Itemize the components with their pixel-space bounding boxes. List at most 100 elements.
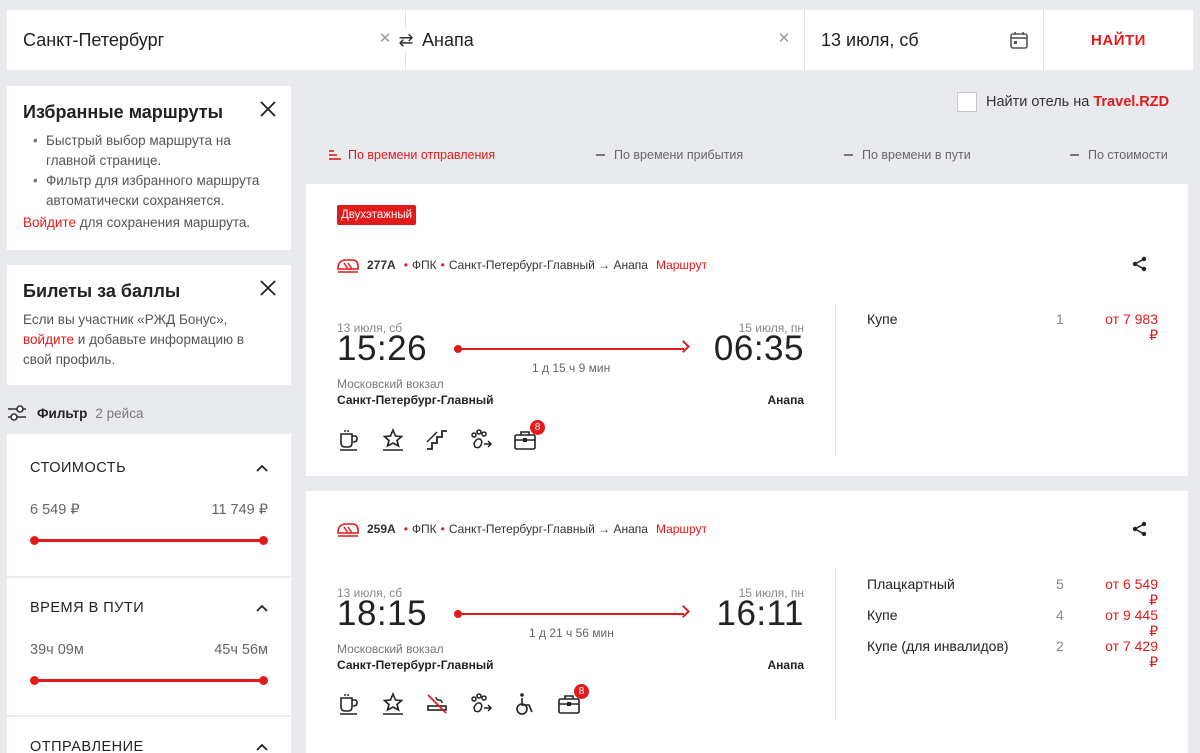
arrival-station: Анапа	[767, 658, 804, 672]
slider-handle-max[interactable]	[259, 676, 268, 685]
divider	[835, 304, 836, 454]
chevron-up-icon[interactable]	[256, 600, 268, 616]
class-row[interactable]: Купе 4 от 9 445 ₽	[867, 607, 1158, 639]
hotel-option[interactable]: Найти отель на Travel.RZD	[957, 92, 1169, 112]
slider-handle-max[interactable]	[259, 536, 268, 545]
train-info: 259А • ФПК • Санкт-Петербург-Главный → А…	[337, 521, 707, 537]
sort-label: По стоимости	[1088, 148, 1168, 162]
list-item: Фильтр для избранного маршрута автоматич…	[33, 171, 275, 211]
dash-icon	[1070, 154, 1079, 156]
to-field[interactable]: Анапа ✕	[406, 10, 805, 70]
wheelchair-icon[interactable]	[513, 692, 537, 716]
star-service-icon[interactable]	[381, 691, 405, 716]
list-item: Быстрый выбор маршрута на главной страни…	[33, 131, 275, 171]
filter-price-header[interactable]: СТОИМОСТЬ	[30, 458, 268, 478]
coffee-icon[interactable]	[337, 428, 361, 452]
close-icon[interactable]	[259, 100, 277, 118]
clear-from-icon[interactable]: ✕	[377, 31, 393, 47]
class-row[interactable]: Купе (для инвалидов) 2 от 7 429 ₽	[867, 638, 1158, 670]
share-icon[interactable]	[1132, 256, 1148, 272]
filter-departure-header[interactable]: ОТПРАВЛЕНИЕ	[30, 737, 268, 753]
favorites-note: Войдите для сохранения маршрута.	[23, 215, 275, 230]
train-card[interactable]: 259А • ФПК • Санкт-Петербург-Главный → А…	[306, 491, 1188, 753]
seat-count: 5	[1056, 576, 1064, 592]
class-price: от 7 429 ₽	[1105, 638, 1158, 670]
class-name: Купе	[867, 607, 898, 623]
price-max: 11 749 ₽	[211, 502, 268, 518]
sort-label: По времени в пути	[862, 148, 971, 162]
filter-duration-title: ВРЕМЯ В ПУТИ	[30, 600, 145, 616]
hotel-brand: Travel.RZD	[1093, 94, 1170, 110]
slider-handle-min[interactable]	[30, 536, 39, 545]
filter-duration-header[interactable]: ВРЕМЯ В ПУТИ	[30, 598, 268, 618]
coffee-icon[interactable]	[337, 692, 361, 716]
swap-icon[interactable]: ⇄	[395, 29, 417, 51]
slider-handle-min[interactable]	[30, 676, 39, 685]
hotel-checkbox[interactable]	[957, 92, 977, 112]
star-service-icon[interactable]	[381, 427, 405, 452]
from-value: Санкт-Петербург	[23, 29, 165, 50]
calendar-icon[interactable]	[1009, 30, 1029, 50]
route-arrow	[454, 340, 690, 355]
arrival-time: 16:11	[716, 594, 804, 633]
carrier: ФПК	[411, 522, 437, 536]
hotel-text: Найти отель на	[986, 94, 1090, 110]
duration-slider[interactable]	[30, 676, 268, 686]
class-name: Купе (для инвалидов)	[867, 638, 1009, 654]
filter-icon	[8, 405, 26, 421]
chevron-up-icon[interactable]	[256, 460, 268, 476]
share-icon[interactable]	[1132, 521, 1148, 537]
filter-departure-title: ОТПРАВЛЕНИЕ	[30, 739, 144, 753]
date-field[interactable]: 13 июля, сб	[805, 10, 1044, 70]
luggage-icon[interactable]: 8	[557, 684, 589, 716]
seat-count: 1	[1056, 311, 1064, 327]
filter-price: СТОИМОСТЬ 6 549 ₽ 11 749 ₽	[7, 434, 291, 576]
class-price: от 9 445 ₽	[1105, 607, 1158, 639]
find-button[interactable]: НАЙТИ	[1044, 10, 1193, 70]
filter-toggle[interactable]: Фильтр 2 рейса	[7, 402, 291, 424]
no-smoking-icon[interactable]	[425, 692, 449, 716]
train-card[interactable]: Двухэтажный 277А • ФПК • Санкт-Петербург…	[306, 184, 1188, 476]
search-bar: Санкт-Петербург ✕ ⇄ Анапа ✕ 13 июля, сб …	[7, 10, 1193, 70]
dash-icon	[596, 154, 605, 156]
points-login-link[interactable]: войдите	[23, 332, 74, 347]
favorites-title: Избранные маршруты	[23, 102, 223, 122]
login-link[interactable]: Войдите	[23, 215, 76, 230]
sort-by-arrival[interactable]: По времени прибытия	[596, 148, 743, 162]
date-value: 13 июля, сб	[821, 29, 919, 50]
luggage-icon[interactable]: 8	[513, 420, 545, 452]
carrier: ФПК	[411, 258, 437, 272]
clear-to-icon[interactable]: ✕	[776, 31, 792, 47]
sort-by-departure[interactable]: По времени отправления	[329, 148, 495, 162]
price-min: 6 549 ₽	[30, 502, 80, 518]
stairs-icon[interactable]	[425, 428, 449, 452]
favorites-card: Избранные маршруты Быстрый выбор маршрут…	[7, 86, 291, 250]
seat-count: 2	[1056, 638, 1064, 654]
arrival-station: Анапа	[767, 393, 804, 407]
pet-icon[interactable]	[469, 692, 493, 716]
service-icons: 8	[337, 420, 545, 452]
chevron-up-icon[interactable]	[256, 739, 268, 753]
class-row[interactable]: Плацкартный 5 от 6 549 ₽	[867, 576, 1158, 608]
route-link[interactable]: Маршрут	[656, 522, 707, 536]
points-text-before: Если вы участник «РЖД Бонус»,	[23, 312, 228, 327]
travel-duration: 1 д 15 ч 9 мин	[532, 361, 611, 375]
to-value: Анапа	[422, 29, 474, 50]
filter-price-title: СТОИМОСТЬ	[30, 460, 127, 476]
filter-duration: ВРЕМЯ В ПУТИ 39ч 09м 45ч 56м	[7, 578, 291, 715]
close-icon[interactable]	[259, 279, 277, 297]
price-slider[interactable]	[30, 536, 268, 546]
class-row[interactable]: Купе 1 от 7 983 ₽	[867, 311, 1158, 343]
pet-icon[interactable]	[469, 428, 493, 452]
sort-by-duration[interactable]: По времени в пути	[844, 148, 971, 162]
train-icon	[337, 523, 359, 537]
from-field[interactable]: Санкт-Петербург ✕	[7, 10, 406, 70]
travel-duration: 1 д 21 ч 56 мин	[529, 626, 614, 640]
class-price: от 6 549 ₽	[1105, 576, 1158, 608]
points-title: Билеты за баллы	[23, 281, 181, 301]
filter-count: 2 рейса	[95, 405, 144, 421]
filter-departure: ОТПРАВЛЕНИЕ	[7, 717, 291, 753]
sort-by-price[interactable]: По стоимости	[1070, 148, 1168, 162]
route-link[interactable]: Маршрут	[656, 258, 707, 272]
train-icon	[337, 259, 359, 273]
